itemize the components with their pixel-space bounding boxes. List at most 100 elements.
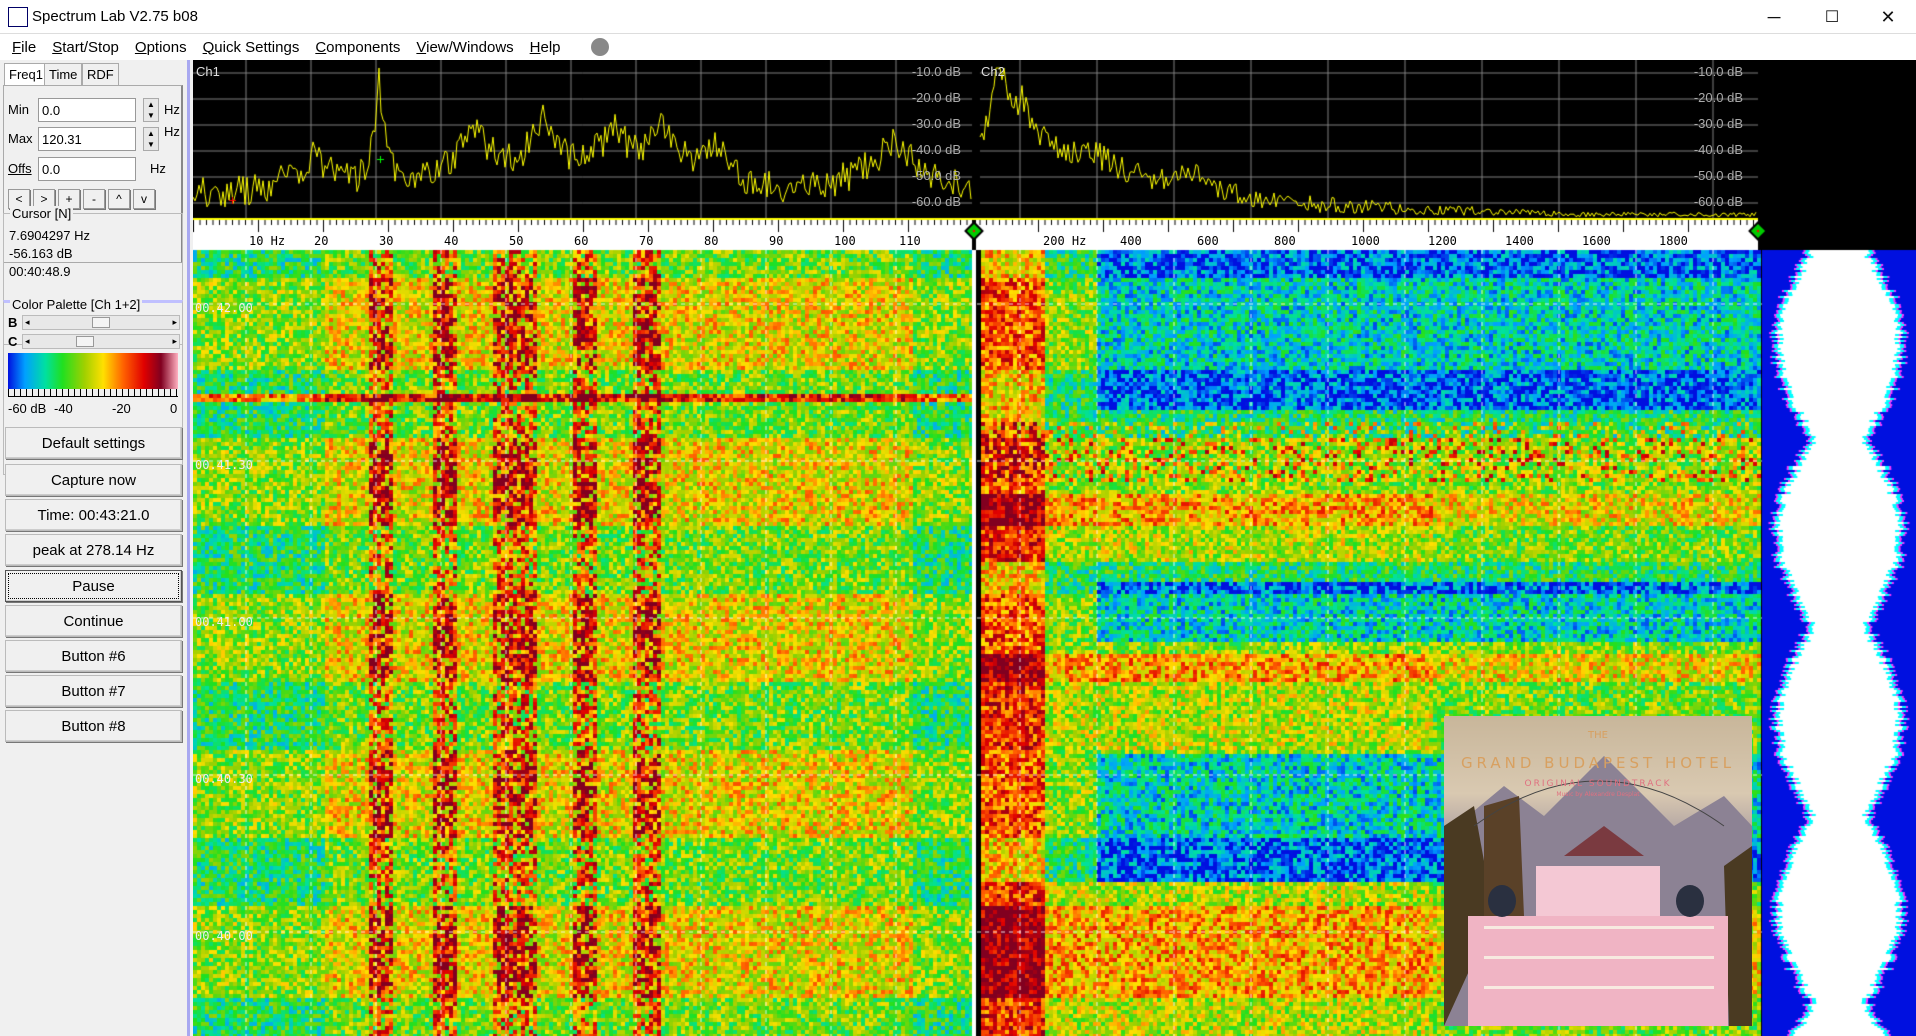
freq-tick-label: 600 [1197, 234, 1219, 248]
palette-scale-label: -20 [112, 401, 131, 416]
freq-tick-label: 200 Hz [1043, 234, 1087, 248]
hz-label: Hz [164, 102, 180, 117]
hz-label: Hz [150, 161, 166, 176]
db-tick-label: -40.0 dB [1693, 142, 1743, 157]
freq-tick-label: 70 [639, 234, 654, 248]
svg-text:GRAND BUDAPEST HOTEL: GRAND BUDAPEST HOTEL [1461, 754, 1735, 772]
freq-tick-label: 30 [379, 234, 394, 248]
default-settings-button[interactable]: Default settings [5, 427, 182, 459]
db-tick-label: -40.0 dB [911, 142, 961, 157]
brightness-slider[interactable]: ◂ ▸ [22, 315, 180, 330]
freq-tick-label: 1800 [1659, 234, 1688, 248]
db-tick-label: -20.0 dB [911, 90, 961, 105]
hz-label: Hz [164, 124, 180, 139]
db-tick-label: -60.0 dB [1693, 194, 1743, 209]
continue-button[interactable]: Continue [5, 605, 182, 637]
brightness-thumb[interactable] [92, 317, 110, 328]
db-tick-label: -50.0 dB [911, 168, 961, 183]
contrast-slider[interactable]: ◂ ▸ [22, 334, 180, 349]
record-indicator-icon[interactable] [590, 38, 609, 56]
cursor-time: 00:40:48.9 [9, 264, 71, 279]
menu-view-windows[interactable]: View/Windows [408, 39, 521, 56]
palette-scale-ticks [8, 389, 178, 397]
db-tick-label: -10.0 dB [1693, 64, 1743, 79]
app-icon [8, 7, 28, 27]
close-button[interactable]: ✕ [1860, 0, 1916, 34]
svg-text:ORIGINAL SOUNDTRACK: ORIGINAL SOUNDTRACK [1524, 779, 1671, 789]
db-tick-label: -10.0 dB [911, 64, 961, 79]
album-art: THE GRAND BUDAPEST HOTEL ORIGINAL SOUNDT… [1444, 730, 1752, 1026]
menu-quick-settings[interactable]: Quick Settings [195, 39, 308, 56]
freq-tick-label: 90 [769, 234, 784, 248]
menu-options[interactable]: Options [127, 39, 195, 56]
palette-scale-label: -40 [54, 401, 73, 416]
pause-button[interactable]: Pause [5, 570, 182, 602]
freq-tick-label: 1600 [1582, 234, 1611, 248]
freq-tick-label: 100 [834, 234, 856, 248]
freq-tick-label: 1400 [1505, 234, 1534, 248]
freq-tick-label: 110 [899, 234, 921, 248]
level-up-button[interactable]: ^ [108, 189, 130, 209]
contrast-thumb[interactable] [75, 336, 94, 347]
freq-tick-label: 10 Hz [249, 234, 286, 248]
db-tick-label: -50.0 dB [1693, 168, 1743, 183]
svg-text:THE: THE [1587, 730, 1608, 741]
palette-scale-label: -60 dB [8, 401, 47, 416]
minimize-button[interactable]: ─ [1746, 0, 1802, 34]
menu-components[interactable]: Components [307, 39, 408, 56]
peak-button[interactable]: peak at 278.14 Hz [5, 534, 182, 566]
menu-start-stop[interactable]: Start/Stop [44, 39, 127, 56]
freq-tick-label: 50 [509, 234, 524, 248]
title-bar: Spectrum Lab V2.75 b08 ─ ☐ ✕ [0, 0, 1916, 34]
db-tick-label: -30.0 dB [911, 116, 961, 131]
level-down-button[interactable]: v [133, 189, 155, 209]
svg-text:Music by Alexandre Desplat: Music by Alexandre Desplat [1556, 791, 1640, 798]
freq-tick-label: 60 [574, 234, 589, 248]
offset-input[interactable] [38, 157, 136, 181]
time-label: 00.41.00 [195, 615, 253, 629]
button-6[interactable]: Button #6 [5, 640, 182, 672]
maximize-button[interactable]: ☐ [1804, 0, 1860, 34]
min-spinner[interactable]: ▲ ▼ [143, 98, 159, 122]
menu-file[interactable]: File [4, 39, 44, 56]
time-label: 00.40.30 [195, 772, 253, 786]
capture-now-button[interactable]: Capture now [5, 464, 182, 496]
menu-help[interactable]: Help [522, 39, 569, 56]
db-tick-label: -30.0 dB [1693, 116, 1743, 131]
min-label: Min [8, 102, 29, 117]
time-button[interactable]: Time: 00:43:21.0 [5, 499, 182, 531]
freq-tick-label: 800 [1274, 234, 1296, 248]
time-label: 00.42.00 [195, 301, 253, 315]
tab-time[interactable]: Time [44, 63, 83, 85]
control-panel: Freq1 Time RDF Min ▲▼ Hz Max ▲▼ Hz Offs … [0, 60, 190, 1036]
cursor-level: -56.163 dB [9, 246, 73, 261]
tab-freq1[interactable]: Freq1 [4, 63, 48, 85]
menu-bar: File Start/Stop Options Quick Settings C… [0, 34, 1916, 60]
brightness-label: B [8, 315, 18, 330]
tab-rdf[interactable]: RDF [82, 63, 119, 85]
album-cover-image: THE GRAND BUDAPEST HOTEL ORIGINAL SOUNDT… [1444, 716, 1752, 1026]
palette-scale-label: 0 [170, 401, 178, 416]
max-freq-input[interactable] [38, 127, 136, 151]
color-palette-bar [8, 353, 178, 389]
cursor-group-title: Cursor [N] [10, 206, 74, 221]
ch2-label: Ch2 [981, 64, 1005, 79]
button-8[interactable]: Button #8 [5, 710, 182, 742]
window-title: Spectrum Lab V2.75 b08 [32, 8, 198, 25]
db-tick-label: -20.0 dB [1693, 90, 1743, 105]
freq-tick-label: 400 [1120, 234, 1142, 248]
min-freq-input[interactable] [38, 98, 136, 122]
cursor-frequency: 7.6904297 Hz [9, 228, 90, 243]
freq-tick-label: 80 [704, 234, 719, 248]
time-label: 00.40.00 [195, 929, 253, 943]
ch1-label: Ch1 [196, 64, 220, 79]
freq-tick-label: 20 [314, 234, 329, 248]
zoom-out-button[interactable]: - [83, 189, 105, 209]
freq-tick-label: 40 [444, 234, 459, 248]
button-7[interactable]: Button #7 [5, 675, 182, 707]
max-spinner[interactable]: ▲ ▼ [143, 127, 159, 151]
freq-tick-label: 1200 [1428, 234, 1457, 248]
time-label: 00.41.30 [195, 458, 253, 472]
palette-group-title: Color Palette [Ch 1+2] [10, 297, 143, 312]
offs-label[interactable]: Offs [8, 161, 32, 176]
